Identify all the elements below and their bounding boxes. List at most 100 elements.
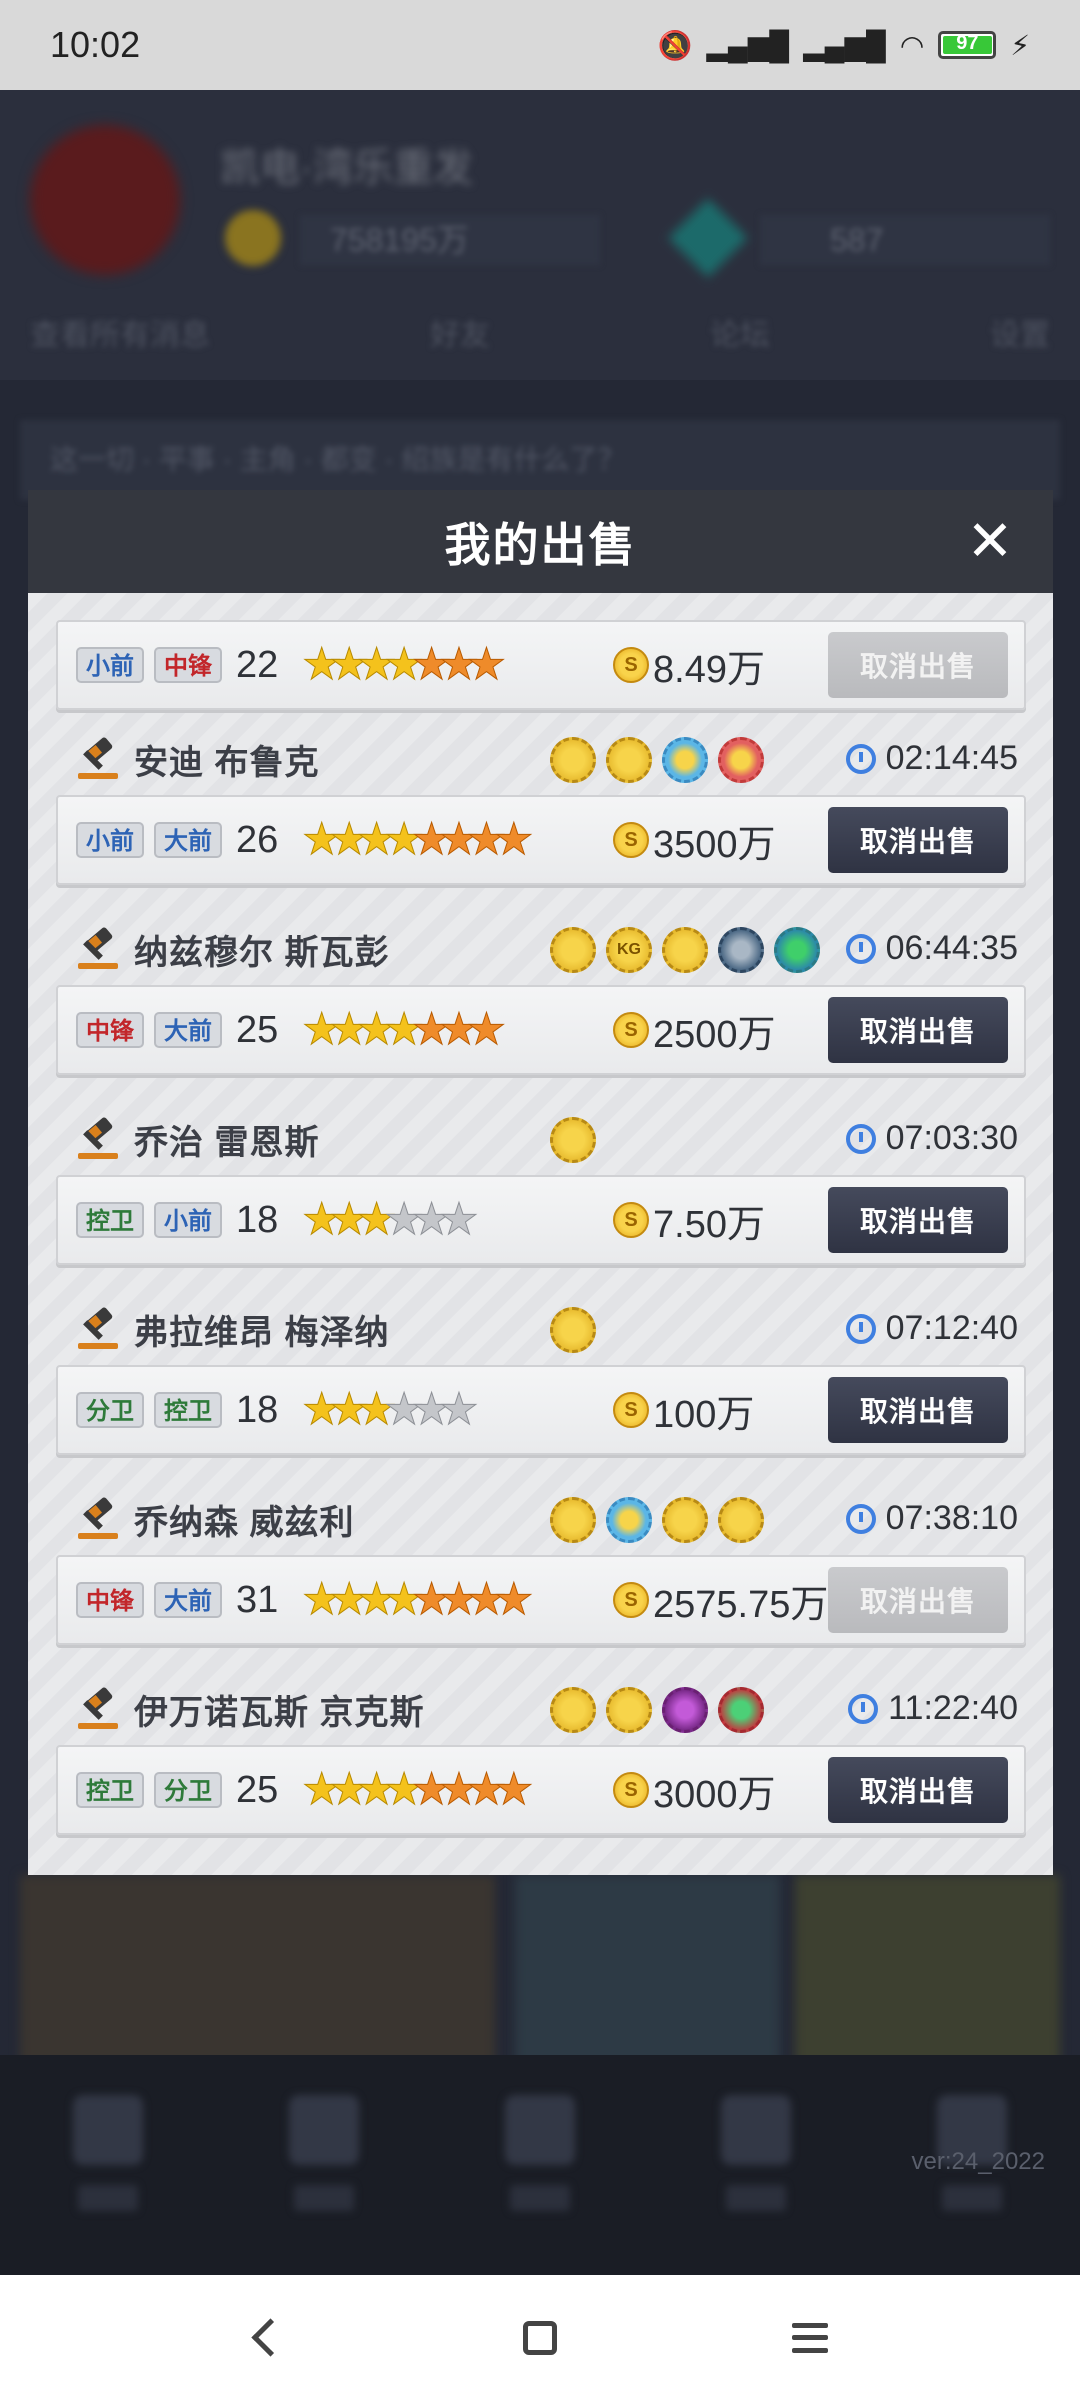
timer-icon xyxy=(848,1693,879,1724)
sale-card: 控卫 小前 18 ★ ★ ★ ★ ★ ★ S 7.50万 取消出售 xyxy=(56,1175,1026,1265)
position-tag: 控卫 xyxy=(76,1772,144,1808)
sale-timer: 07:38:10 xyxy=(845,1499,1018,1538)
position-tag: 小前 xyxy=(76,647,144,683)
position-tags: 控卫 小前 xyxy=(76,1202,232,1238)
star-icon: ★ xyxy=(466,1005,507,1054)
star-icon: ★ xyxy=(494,815,534,864)
cancel-sale-button[interactable]: 取消出售 xyxy=(828,1567,1008,1633)
player-rating: 18 xyxy=(236,1388,279,1431)
sale-item: 小前 中锋 22 ★ ★ ★ ★ ★ ★ ★ S 8.49万 取消出售 xyxy=(56,620,1026,710)
skill-badge-icon xyxy=(774,927,820,973)
skill-badge-icon xyxy=(550,1687,596,1733)
sales-list[interactable]: 小前 中锋 22 ★ ★ ★ ★ ★ ★ ★ S 8.49万 取消出售 安迪 布鲁克 xyxy=(28,593,1053,1875)
player-rating: 25 xyxy=(236,1768,279,1811)
recents-button[interactable] xyxy=(780,2308,840,2368)
sale-timer: 07:12:40 xyxy=(845,1309,1018,1348)
cancel-sale-button[interactable]: 取消出售 xyxy=(828,632,1008,698)
position-tag: 大前 xyxy=(154,1012,222,1048)
sale-header: 纳兹穆尔 斯瓦彭 KG 06:44:35 xyxy=(56,913,1026,985)
price: S 8.49万 xyxy=(613,622,765,708)
bg-nav-item xyxy=(701,2095,811,2235)
position-tag: 中锋 xyxy=(76,1012,144,1048)
dialog-header: 我的出售 ✕ xyxy=(28,490,1053,593)
player-name: 弗拉维昂 梅泽纳 xyxy=(134,1313,390,1352)
position-tag: 大前 xyxy=(154,1582,222,1618)
auction-gavel-icon xyxy=(76,736,120,781)
sale-item: 乔纳森 威兹利 07:38:10 中锋 大前 31 ★ ★ ★ ★ ★ ★ ★ … xyxy=(56,1483,1026,1645)
star-icon: ★ xyxy=(439,1385,479,1434)
time-remaining: 07:12:40 xyxy=(885,1309,1018,1347)
dialog-title: 我的出售 xyxy=(444,518,637,571)
cancel-sale-button[interactable]: 取消出售 xyxy=(828,1187,1008,1253)
price-value: 2575.75万 xyxy=(653,1583,829,1626)
player-name: 伊万诺瓦斯 京克斯 xyxy=(134,1693,425,1732)
position-tags: 小前 大前 xyxy=(76,822,232,858)
coin-icon: S xyxy=(613,822,649,858)
gem-icon xyxy=(668,198,748,278)
sale-item: 弗拉维昂 梅泽纳 07:12:40 分卫 控卫 18 ★ ★ ★ ★ ★ ★ S… xyxy=(56,1293,1026,1455)
player-name: 纳兹穆尔 斯瓦彭 xyxy=(134,933,390,972)
player-rating: 18 xyxy=(236,1198,279,1241)
coin-icon: S xyxy=(613,1012,649,1048)
background-menu: 查看所有消息 好友 论坛 设置 xyxy=(30,310,1050,360)
auction-gavel-icon xyxy=(76,1686,120,1731)
cancel-sale-button[interactable]: 取消出售 xyxy=(828,807,1008,873)
menu-settings: 设置 xyxy=(990,319,1050,352)
skill-badge-icon xyxy=(550,1307,596,1353)
position-tags: 小前 中锋 xyxy=(76,647,232,683)
player-name: 乔治 雷恩斯 xyxy=(134,1123,320,1162)
back-icon xyxy=(250,2318,290,2357)
skill-badge-icon xyxy=(662,1497,708,1543)
star-rating: ★ ★ ★ ★ ★ ★ ★ ★ xyxy=(301,1767,534,1812)
auction-gavel-icon xyxy=(76,1116,120,1161)
status-icons: 🔕 ▂▄▆█ ▂▄▆█ ◠ 97 ⚡ xyxy=(658,29,1030,62)
menu-icon xyxy=(792,2322,828,2353)
star-rating: ★ ★ ★ ★ ★ ★ ★ ★ xyxy=(301,817,534,862)
coin-balance: 758195万 xyxy=(300,215,600,265)
menu-friends: 好友 xyxy=(430,319,490,352)
position-tags: 中锋 大前 xyxy=(76,1012,232,1048)
skill-badges xyxy=(550,1117,596,1163)
timer-icon xyxy=(845,1313,876,1344)
skill-badge-icon xyxy=(718,737,764,783)
star-rating: ★ ★ ★ ★ ★ ★ ★ ★ xyxy=(301,1577,534,1622)
price: S 7.50万 xyxy=(613,1177,765,1263)
cancel-sale-button[interactable]: 取消出售 xyxy=(828,1377,1008,1443)
background-notice: 这一切 · 平事 · 主角 · 都变 · 绍族是有什么了？ xyxy=(20,420,1060,500)
position-tags: 分卫 控卫 xyxy=(76,1392,232,1428)
gem-balance: 587 xyxy=(760,215,1050,265)
auction-gavel-icon xyxy=(76,926,120,971)
skill-badge-icon xyxy=(662,927,708,973)
cancel-sale-button[interactable]: 取消出售 xyxy=(828,1757,1008,1823)
price-value: 2500万 xyxy=(653,1013,776,1056)
time-remaining: 07:03:30 xyxy=(885,1119,1018,1157)
position-tags: 控卫 分卫 xyxy=(76,1772,232,1808)
close-button[interactable]: ✕ xyxy=(963,513,1017,569)
price: S 100万 xyxy=(613,1367,754,1453)
sale-timer: 06:44:35 xyxy=(845,929,1018,968)
coin-icon: S xyxy=(613,1582,649,1618)
player-rating: 25 xyxy=(236,1008,279,1051)
skill-badge-icon xyxy=(718,927,764,973)
battery-level: 97 xyxy=(956,32,979,54)
skill-badges xyxy=(550,1687,764,1733)
position-tag: 中锋 xyxy=(76,1582,144,1618)
skill-badge-icon xyxy=(550,737,596,783)
sale-header: 伊万诺瓦斯 京克斯 11:22:40 xyxy=(56,1673,1026,1745)
star-rating: ★ ★ ★ ★ ★ ★ xyxy=(301,1387,479,1432)
my-sales-dialog: 我的出售 ✕ 小前 中锋 22 ★ ★ ★ ★ ★ ★ ★ S 8.49万 取消出售 xyxy=(28,490,1053,1875)
cancel-sale-button[interactable]: 取消出售 xyxy=(828,997,1008,1063)
bg-nav-item xyxy=(269,2095,379,2235)
sale-card: 小前 大前 26 ★ ★ ★ ★ ★ ★ ★ ★ S 3500万 取消出售 xyxy=(56,795,1026,885)
status-bar: 10:02 🔕 ▂▄▆█ ▂▄▆█ ◠ 97 ⚡ xyxy=(0,0,1080,90)
time-remaining: 07:38:10 xyxy=(885,1499,1018,1537)
skill-badge-icon xyxy=(606,737,652,783)
sale-item: 乔治 雷恩斯 07:03:30 控卫 小前 18 ★ ★ ★ ★ ★ ★ S 7… xyxy=(56,1103,1026,1265)
signal-icon: ▂▄▆█ xyxy=(706,29,790,61)
home-button[interactable] xyxy=(510,2308,570,2368)
price: S 2500万 xyxy=(613,987,776,1073)
sale-item: 伊万诺瓦斯 京克斯 11:22:40 控卫 分卫 25 ★ ★ ★ ★ ★ ★ … xyxy=(56,1673,1026,1835)
skill-badge-icon xyxy=(606,1497,652,1543)
auction-gavel-icon xyxy=(76,1306,120,1351)
back-button[interactable] xyxy=(240,2308,300,2368)
